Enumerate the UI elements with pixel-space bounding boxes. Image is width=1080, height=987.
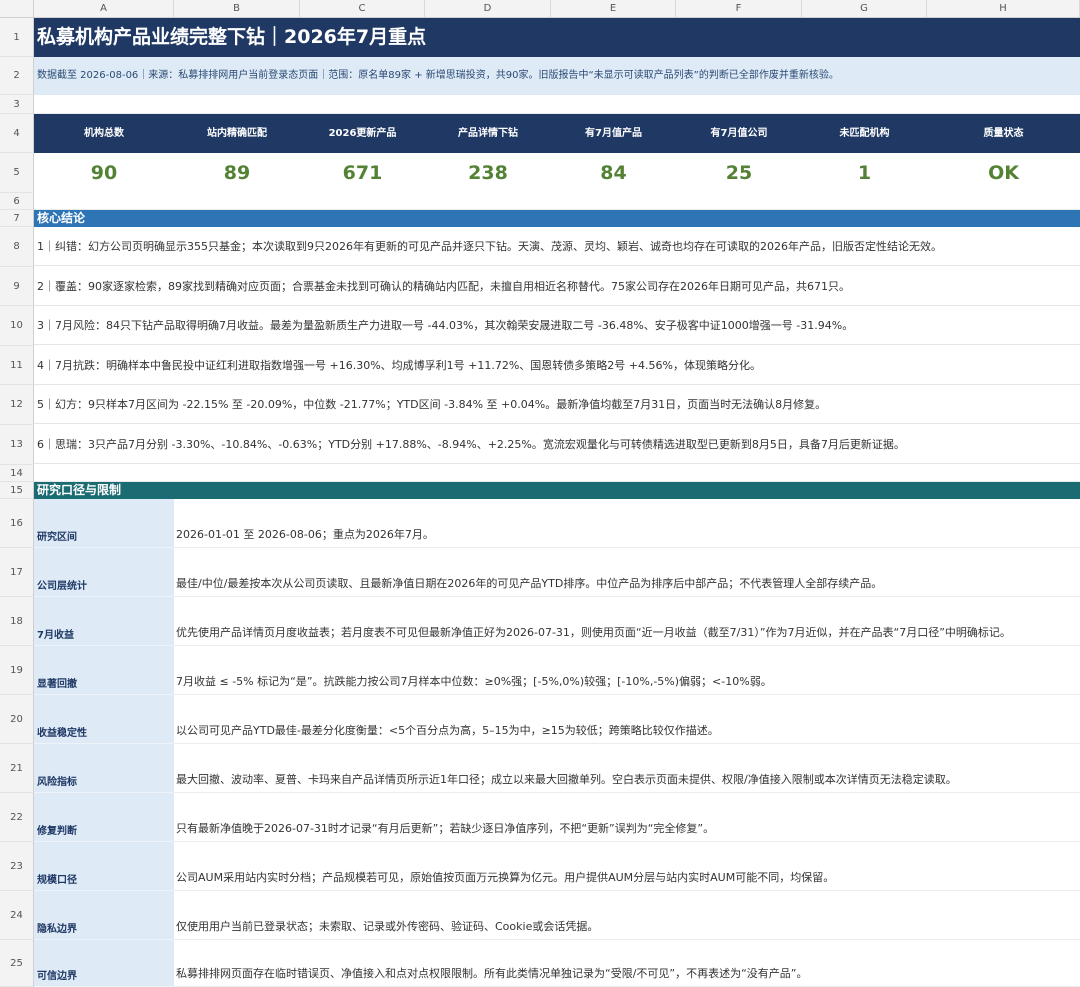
section-header-conclusions[interactable]: 核心结论 — [34, 210, 1080, 227]
row-header-2[interactable]: 2 — [0, 57, 34, 95]
row-header-25[interactable]: 25 — [0, 940, 34, 987]
row-header-7[interactable]: 7 — [0, 210, 34, 227]
data-source-note[interactable]: 数据截至 2026-08-06｜来源：私募排排网用户当前登录态页面｜范围：原名单… — [34, 57, 1080, 95]
row-header-13[interactable]: 13 — [0, 425, 34, 465]
kpi-value-july-companies[interactable]: 25 — [676, 153, 802, 193]
conclusion-row[interactable]: 2｜覆盖：90家逐家检索，89家找到精确对应页面；合票基金未找到可确认的精确站内… — [34, 267, 1080, 306]
limit-text[interactable]: 优先使用产品详情页月度收益表；若月度表不可见但最新净值正好为2026-07-31… — [174, 597, 1080, 646]
row-header-24[interactable]: 24 — [0, 891, 34, 940]
limit-label[interactable]: 风险指标 — [34, 744, 174, 793]
limit-label[interactable]: 收益稳定性 — [34, 695, 174, 744]
kpi-label-july-companies[interactable]: 有7月值公司 — [676, 114, 802, 153]
kpi-label-updated-products[interactable]: 2026更新产品 — [300, 114, 425, 153]
limit-label[interactable]: 隐私边界 — [34, 891, 174, 940]
column-header-g[interactable]: G — [802, 0, 927, 17]
limit-label[interactable]: 研究区间 — [34, 499, 174, 548]
kpi-label-exact-match[interactable]: 站内精确匹配 — [174, 114, 300, 153]
kpi-label-quality-status[interactable]: 质量状态 — [927, 114, 1080, 153]
kpi-value-quality-status[interactable]: OK — [927, 153, 1080, 193]
limit-text[interactable]: 私募排排网页面存在临时错误页、净值接入和点对点权限限制。所有此类情况单独记录为“… — [174, 940, 1080, 987]
kpi-value-updated-products[interactable]: 671 — [300, 153, 425, 193]
limit-text[interactable]: 仅使用用户当前已登录状态；未索取、记录或外传密码、验证码、Cookie或会话凭据… — [174, 891, 1080, 940]
kpi-value-total-institutions[interactable]: 90 — [34, 153, 174, 193]
row-header-8[interactable]: 8 — [0, 227, 34, 267]
row-header-17[interactable]: 17 — [0, 548, 34, 597]
row-header-1[interactable]: 1 — [0, 18, 34, 57]
row-header-23[interactable]: 23 — [0, 842, 34, 891]
kpi-value-july-products[interactable]: 84 — [551, 153, 676, 193]
conclusion-row[interactable]: 4｜7月抗跌：明确样本中鲁民投中证红利进取指数增强一号 +16.30%、均成博孚… — [34, 346, 1080, 385]
conclusion-row[interactable]: 1｜纠错：幻方公司页明确显示355只基金；本次读取到9只2026年有更新的可见产… — [34, 227, 1080, 266]
row-header-19[interactable]: 19 — [0, 646, 34, 695]
row-header-16[interactable]: 16 — [0, 499, 34, 548]
section-header-limits[interactable]: 研究口径与限制 — [34, 482, 1080, 499]
row-header-11[interactable]: 11 — [0, 346, 34, 385]
conclusion-row[interactable]: 5｜幻方：9只样本7月区间为 -22.15% 至 -20.09%，中位数 -21… — [34, 385, 1080, 424]
limit-text[interactable]: 最大回撤、波动率、夏普、卡玛来自产品详情页所示近1年口径；成立以来最大回撤单列。… — [174, 744, 1080, 793]
column-header-b[interactable]: B — [174, 0, 300, 17]
limit-label[interactable]: 可信边界 — [34, 940, 174, 987]
kpi-label-july-products[interactable]: 有7月值产品 — [551, 114, 676, 153]
kpi-value-product-drilldown[interactable]: 238 — [425, 153, 551, 193]
report-title[interactable]: 私募机构产品业绩完整下钻｜2026年7月重点 — [34, 18, 1080, 57]
row-header-21[interactable]: 21 — [0, 744, 34, 793]
conclusion-row[interactable]: 6｜思瑞：3只产品7月分别 -3.30%、-10.84%、-0.63%；YTD分… — [34, 425, 1080, 464]
limit-text[interactable]: 2026-01-01 至 2026-08-06；重点为2026年7月。 — [174, 499, 1080, 548]
row-header-9[interactable]: 9 — [0, 267, 34, 306]
column-header-d[interactable]: D — [425, 0, 551, 17]
column-header-a[interactable]: A — [34, 0, 174, 17]
row-header-14[interactable]: 14 — [0, 465, 34, 482]
limit-label[interactable]: 显著回撤 — [34, 646, 174, 695]
column-header-bar: A B C D E F G H — [0, 0, 1080, 18]
limit-label[interactable]: 修复判断 — [34, 793, 174, 842]
kpi-label-product-drilldown[interactable]: 产品详情下钻 — [425, 114, 551, 153]
kpi-label-unmatched[interactable]: 未匹配机构 — [802, 114, 927, 153]
limit-label[interactable]: 规模口径 — [34, 842, 174, 891]
row-header-20[interactable]: 20 — [0, 695, 34, 744]
row-header-22[interactable]: 22 — [0, 793, 34, 842]
limit-text[interactable]: 只有最新净值晚于2026-07-31时才记录“有月后更新”；若缺少逐日净值序列，… — [174, 793, 1080, 842]
limit-label[interactable]: 7月收益 — [34, 597, 174, 646]
row-header-3[interactable]: 3 — [0, 95, 34, 114]
limit-text[interactable]: 以公司可见产品YTD最佳-最差分化度衡量：<5个百分点为高，5–15为中，≥15… — [174, 695, 1080, 744]
row-header-12[interactable]: 12 — [0, 385, 34, 425]
column-header-c[interactable]: C — [300, 0, 425, 17]
row-header-5[interactable]: 5 — [0, 153, 34, 193]
limit-text[interactable]: 7月收益 ≤ -5% 标记为“是”。抗跌能力按公司7月样本中位数：≥0%强；[-… — [174, 646, 1080, 695]
conclusion-row[interactable]: 3｜7月风险：84只下钻产品取得明确7月收益。最差为量盈新质生产力进取一号 -4… — [34, 306, 1080, 345]
row-header-10[interactable]: 10 — [0, 306, 34, 346]
limit-text[interactable]: 公司AUM采用站内实时分档；产品规模若可见，原始值按页面万元换算为亿元。用户提供… — [174, 842, 1080, 891]
limit-label[interactable]: 公司层统计 — [34, 548, 174, 597]
kpi-label-total-institutions[interactable]: 机构总数 — [34, 114, 174, 153]
row-header-15[interactable]: 15 — [0, 482, 34, 499]
row-header-18[interactable]: 18 — [0, 597, 34, 646]
column-header-e[interactable]: E — [551, 0, 676, 17]
limit-text[interactable]: 最佳/中位/最差按本次从公司页读取、且最新净值日期在2026年的可见产品YTD排… — [174, 548, 1080, 597]
kpi-value-exact-match[interactable]: 89 — [174, 153, 300, 193]
select-all-corner[interactable] — [0, 0, 34, 17]
column-header-f[interactable]: F — [676, 0, 802, 17]
row-header-4[interactable]: 4 — [0, 114, 34, 153]
column-header-h[interactable]: H — [927, 0, 1080, 17]
row-header-6[interactable]: 6 — [0, 193, 34, 210]
kpi-value-unmatched[interactable]: 1 — [802, 153, 927, 193]
